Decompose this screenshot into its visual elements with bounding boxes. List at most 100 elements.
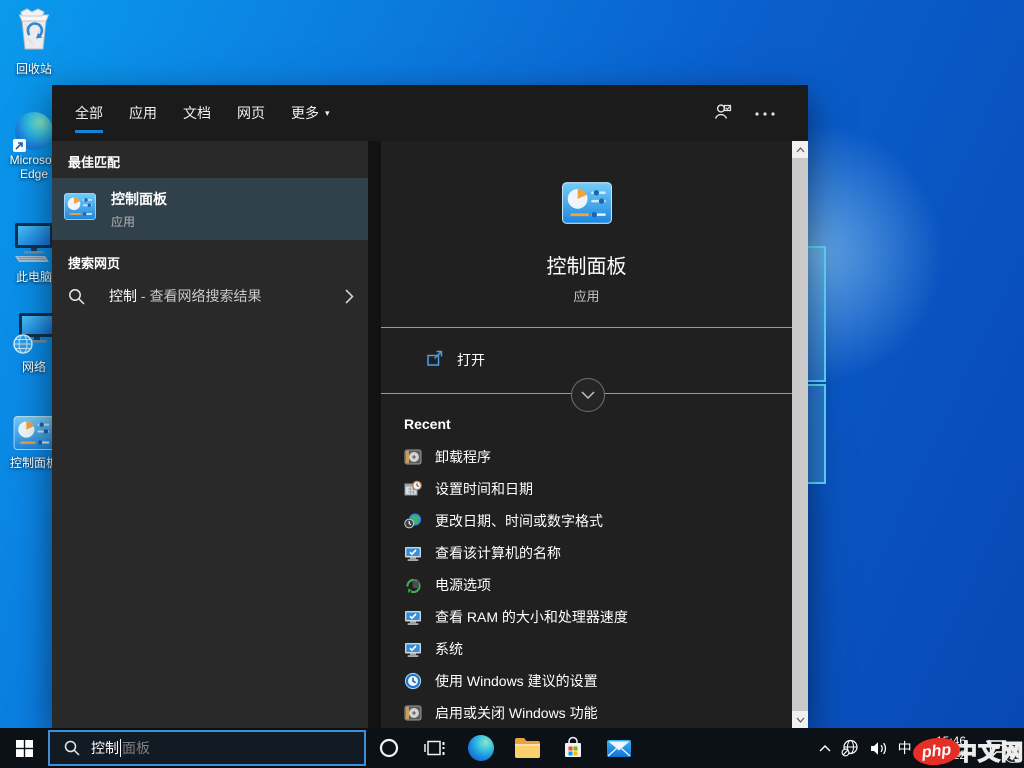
chevron-right-icon: [345, 288, 354, 304]
detail-scrollbar[interactable]: [792, 141, 808, 728]
recent-item-label: 使用 Windows 建议的设置: [435, 673, 598, 689]
best-match-result-control-panel[interactable]: 控制面板 应用: [52, 178, 368, 240]
open-action-label: 打开: [457, 352, 485, 368]
computer-check-icon: [404, 640, 422, 658]
file-explorer-button[interactable]: [504, 728, 550, 768]
scrollbar-thumb[interactable]: [792, 158, 808, 711]
desktop-icon-label: 控制面板: [9, 456, 58, 470]
chevron-down-icon: [580, 391, 595, 399]
web-search-suffix: - 查看网络搜索结果: [137, 288, 262, 304]
windows-features-icon: [404, 704, 422, 722]
store-icon: [561, 736, 585, 760]
recent-item-windows-recommended-settings[interactable]: 使用 Windows 建议的设置: [381, 665, 792, 697]
taskbar: 控制 面板 中 15:46 2021/12 1 php 中文网: [0, 728, 1024, 768]
shortcut-arrow-icon: [13, 139, 26, 152]
control-panel-icon: [13, 416, 55, 453]
this-pc-icon: [11, 220, 57, 267]
options-button[interactable]: [748, 96, 782, 130]
computer-check-icon: [404, 544, 422, 562]
desktop-icon-label: 回收站: [15, 62, 52, 76]
cortana-icon: [379, 738, 399, 758]
person-check-icon: [712, 101, 734, 126]
task-view-button[interactable]: [412, 728, 458, 768]
open-action[interactable]: 打开: [381, 342, 792, 378]
taskbar-clock[interactable]: 15:46 2021/12: [917, 734, 972, 762]
recent-item-computer-name[interactable]: 查看该计算机的名称: [381, 537, 792, 569]
recent-item-label: 系统: [435, 641, 463, 657]
active-tab-underline: [75, 130, 103, 133]
search-icon: [68, 288, 85, 305]
tab-apps[interactable]: 应用: [129, 85, 157, 141]
detail-title: 控制面板: [546, 256, 627, 278]
desktop-icon-recycle-bin[interactable]: 回收站: [1, 6, 67, 76]
best-match-header: 最佳匹配: [68, 154, 121, 170]
tray-expand-button[interactable]: [814, 728, 836, 768]
recent-item-change-formats[interactable]: 更改日期、时间或数字格式: [381, 505, 792, 537]
web-search-header: 搜索网页: [68, 255, 121, 271]
tab-web[interactable]: 网页: [237, 85, 265, 141]
divider: [381, 327, 792, 328]
control-panel-icon: [561, 182, 612, 229]
wallpaper-window-pane: [806, 384, 826, 484]
text-caret: [120, 739, 121, 757]
account-filter-button[interactable]: [706, 96, 740, 130]
search-icon: [64, 740, 80, 756]
recent-item-power-options[interactable]: 电源选项: [381, 569, 792, 601]
recent-item-label: 电源选项: [435, 577, 491, 593]
tab-all[interactable]: 全部: [75, 85, 103, 141]
tab-label: 网页: [237, 105, 265, 121]
microsoft-store-button[interactable]: [550, 728, 596, 768]
taskbar-search-input[interactable]: 控制 面板: [48, 730, 366, 766]
collapse-preview-button[interactable]: [570, 378, 605, 412]
recycle-bin-icon: [12, 6, 56, 59]
tab-more[interactable]: 更多 ▾: [291, 85, 330, 141]
folder-icon: [514, 737, 541, 759]
tab-label: 应用: [129, 105, 157, 121]
chevron-down-icon: [796, 717, 804, 723]
detail-hero: 控制面板 应用: [381, 182, 792, 305]
recent-item-label: 更改日期、时间或数字格式: [435, 513, 603, 529]
ime-indicator[interactable]: 中: [893, 728, 917, 768]
desktop-icon-label: 网络: [21, 360, 46, 374]
recent-item-label: 查看该计算机的名称: [435, 545, 561, 561]
globe-clock-icon: [404, 512, 422, 530]
recent-list: 卸载程序 设置时间和日期 更改日期、时间或数字格式 查看该计算机的名称 电源选项…: [381, 441, 792, 729]
recent-item-windows-features[interactable]: 启用或关闭 Windows 功能: [381, 697, 792, 729]
panel-gap-strip: [368, 141, 381, 728]
taskbar-edge-button[interactable]: [458, 728, 504, 768]
recent-item-system[interactable]: 系统: [381, 633, 792, 665]
recent-item-label: 查看 RAM 的大小和处理器速度: [435, 609, 628, 625]
tab-documents[interactable]: 文档: [183, 85, 211, 141]
search-suggestion-text: 面板: [122, 740, 150, 756]
uninstall-program-icon: [404, 448, 422, 466]
scrollbar-up-button[interactable]: [792, 141, 808, 158]
open-external-icon: [426, 350, 444, 370]
search-flyout-panel: 全部 应用 文档 网页 更多 ▾ 最佳匹配 控制面板 应用 搜索网页 控制 - …: [52, 85, 808, 728]
power-plug-icon: [404, 576, 422, 594]
wallpaper-window-pane: [806, 246, 826, 382]
search-typed-text: 控制: [91, 740, 119, 756]
globe-no-internet-icon: [841, 739, 858, 757]
control-panel-icon: [64, 193, 96, 225]
recent-item-uninstall-program[interactable]: 卸载程序: [381, 441, 792, 473]
scrollbar-down-button[interactable]: [792, 711, 808, 728]
search-results-column: 最佳匹配 控制面板 应用 搜索网页 控制 - 查看网络搜索结果: [52, 141, 368, 728]
network-status-button[interactable]: [836, 728, 865, 768]
chevron-up-icon: [796, 146, 804, 152]
recent-item-label: 设置时间和日期: [435, 481, 533, 497]
recent-item-set-time-date[interactable]: 设置时间和日期: [381, 473, 792, 505]
tab-label: 全部: [75, 105, 103, 121]
chevron-up-icon: [819, 744, 831, 751]
web-search-result[interactable]: 控制 - 查看网络搜索结果: [52, 277, 368, 315]
cortana-button[interactable]: [366, 728, 412, 768]
recent-header: Recent: [404, 416, 451, 432]
web-search-query: 控制: [109, 288, 137, 304]
network-icon: [11, 310, 57, 357]
action-center-button[interactable]: 1: [972, 728, 1024, 768]
recent-item-view-ram[interactable]: 查看 RAM 的大小和处理器速度: [381, 601, 792, 633]
clock-time: 15:46: [935, 734, 966, 748]
clock-blue-icon: [404, 672, 422, 690]
volume-button[interactable]: [865, 728, 893, 768]
start-button[interactable]: [0, 728, 48, 768]
mail-button[interactable]: [596, 728, 642, 768]
